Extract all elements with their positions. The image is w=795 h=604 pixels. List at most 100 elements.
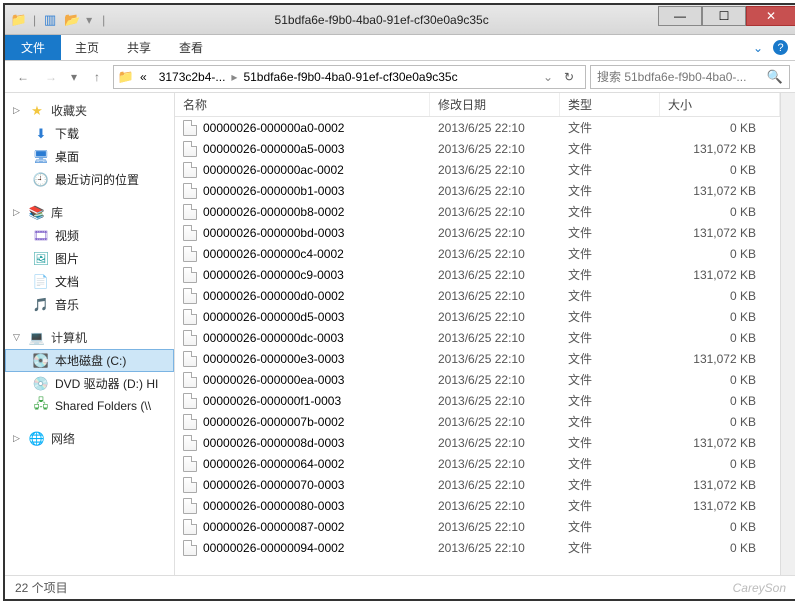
close-button[interactable]: ✕: [746, 6, 795, 26]
file-name: 00000026-0000008d-0003: [203, 436, 344, 450]
file-type: 文件: [560, 119, 660, 136]
file-type: 文件: [560, 455, 660, 472]
sidebar-item-music[interactable]: 🎵音乐: [5, 293, 174, 316]
drive-icon: 💽: [33, 353, 49, 369]
file-size: 0 KB: [660, 373, 780, 387]
breadcrumb[interactable]: 📁 « 3173c2b4-... ▸ 51bdfa6e-f9b0-4ba0-91…: [113, 65, 586, 89]
file-icon: [183, 456, 197, 472]
file-type: 文件: [560, 203, 660, 220]
file-icon: [183, 183, 197, 199]
file-size: 0 KB: [660, 205, 780, 219]
sidebar-item-documents[interactable]: 📄文档: [5, 270, 174, 293]
file-row[interactable]: 00000026-000000a0-00022013/6/25 22:10文件0…: [175, 117, 780, 138]
refresh-button[interactable]: ↻: [557, 66, 581, 88]
open-folder-icon[interactable]: 📂: [64, 12, 80, 28]
file-name: 00000026-000000dc-0003: [203, 331, 344, 345]
file-row[interactable]: 00000026-000000ac-00022013/6/25 22:10文件0…: [175, 159, 780, 180]
file-icon: [183, 414, 197, 430]
file-name: 00000026-000000ea-0003: [203, 373, 344, 387]
sidebar-item-shared-folders[interactable]: 🖧Shared Folders (\\: [5, 395, 174, 417]
file-row[interactable]: 00000026-00000087-00022013/6/25 22:10文件0…: [175, 516, 780, 537]
file-icon: [183, 519, 197, 535]
search-input[interactable]: 搜索 51bdfa6e-f9b0-4ba0-... 🔍: [590, 65, 790, 89]
breadcrumb-seg1[interactable]: 3173c2b4-...: [153, 70, 232, 84]
file-row[interactable]: 00000026-000000bd-00032013/6/25 22:10文件1…: [175, 222, 780, 243]
file-date: 2013/6/25 22:10: [430, 184, 560, 198]
sidebar-network-head[interactable]: ▷🌐 网络: [5, 427, 174, 450]
file-row[interactable]: 00000026-000000b1-00032013/6/25 22:10文件1…: [175, 180, 780, 201]
minimize-button[interactable]: —: [658, 6, 702, 26]
col-name[interactable]: 名称: [175, 93, 430, 116]
file-row[interactable]: 00000026-0000007b-00022013/6/25 22:10文件0…: [175, 411, 780, 432]
properties-icon[interactable]: ▥: [42, 12, 58, 28]
folder-icon: 📁: [118, 69, 134, 85]
file-date: 2013/6/25 22:10: [430, 520, 560, 534]
ribbon-file-tab[interactable]: 文件: [5, 35, 61, 60]
file-row[interactable]: 00000026-000000c9-00032013/6/25 22:10文件1…: [175, 264, 780, 285]
file-size: 131,072 KB: [660, 499, 780, 513]
sidebar-item-videos[interactable]: 🎞视频: [5, 224, 174, 247]
file-date: 2013/6/25 22:10: [430, 205, 560, 219]
file-date: 2013/6/25 22:10: [430, 373, 560, 387]
file-icon: [183, 498, 197, 514]
breadcrumb-seg2[interactable]: 51bdfa6e-f9b0-4ba0-91ef-cf30e0a9c35c: [237, 70, 463, 84]
sidebar-item-local-disk-c[interactable]: 💽本地磁盘 (C:): [5, 349, 174, 372]
sidebar-item-recent[interactable]: 🕘最近访问的位置: [5, 168, 174, 191]
up-button[interactable]: ↑: [85, 65, 109, 89]
file-row[interactable]: 00000026-000000f1-00032013/6/25 22:10文件0…: [175, 390, 780, 411]
col-date[interactable]: 修改日期: [430, 93, 560, 116]
watermark: CareySon: [733, 581, 786, 595]
ribbon-tab-share[interactable]: 共享: [113, 33, 165, 62]
file-row[interactable]: 00000026-000000ea-00032013/6/25 22:10文件0…: [175, 369, 780, 390]
file-icon: [183, 372, 197, 388]
file-row[interactable]: 00000026-00000080-00032013/6/25 22:10文件1…: [175, 495, 780, 516]
sidebar-item-downloads[interactable]: ⬇下载: [5, 122, 174, 145]
sidebar-item-pictures[interactable]: 🖼图片: [5, 247, 174, 270]
file-row[interactable]: 00000026-000000a5-00032013/6/25 22:10文件1…: [175, 138, 780, 159]
file-size: 0 KB: [660, 289, 780, 303]
file-name: 00000026-00000064-0002: [203, 457, 344, 471]
file-list: 00000026-000000a0-00022013/6/25 22:10文件0…: [175, 117, 780, 575]
file-date: 2013/6/25 22:10: [430, 352, 560, 366]
file-type: 文件: [560, 224, 660, 241]
sidebar-computer-head[interactable]: ▽💻 计算机: [5, 326, 174, 349]
nav-pane: ▷★ 收藏夹 ⬇下载 🖥桌面 🕘最近访问的位置 ▷📚 库 🎞视频 🖼图片 📄文档…: [5, 93, 175, 575]
file-date: 2013/6/25 22:10: [430, 121, 560, 135]
file-icon: [183, 435, 197, 451]
network-icon: 🌐: [29, 431, 45, 447]
ribbon-expand-icon[interactable]: ⌄: [753, 41, 763, 55]
ribbon-tab-home[interactable]: 主页: [61, 33, 113, 62]
file-row[interactable]: 00000026-0000008d-00032013/6/25 22:10文件1…: [175, 432, 780, 453]
file-row[interactable]: 00000026-000000dc-00032013/6/25 22:10文件0…: [175, 327, 780, 348]
file-row[interactable]: 00000026-000000b8-00022013/6/25 22:10文件0…: [175, 201, 780, 222]
help-icon[interactable]: ?: [773, 40, 788, 55]
sidebar-item-dvd-drive[interactable]: 💿DVD 驱动器 (D:) HI: [5, 372, 174, 395]
file-row[interactable]: 00000026-000000d0-00022013/6/25 22:10文件0…: [175, 285, 780, 306]
file-size: 131,072 KB: [660, 184, 780, 198]
sidebar-favorites-head[interactable]: ▷★ 收藏夹: [5, 99, 174, 122]
col-type[interactable]: 类型: [560, 93, 660, 116]
maximize-button[interactable]: ☐: [702, 6, 746, 26]
file-row[interactable]: 00000026-00000094-00022013/6/25 22:10文件0…: [175, 537, 780, 558]
file-row[interactable]: 00000026-00000064-00022013/6/25 22:10文件0…: [175, 453, 780, 474]
file-row[interactable]: 00000026-000000e3-00032013/6/25 22:10文件1…: [175, 348, 780, 369]
recent-dropdown[interactable]: ▾: [67, 65, 81, 89]
forward-button[interactable]: →: [39, 65, 63, 89]
file-row[interactable]: 00000026-00000070-00032013/6/25 22:10文件1…: [175, 474, 780, 495]
vertical-scrollbar[interactable]: [780, 93, 795, 575]
file-size: 0 KB: [660, 310, 780, 324]
ribbon-tab-view[interactable]: 查看: [165, 33, 217, 62]
file-row[interactable]: 00000026-000000c4-00022013/6/25 22:10文件0…: [175, 243, 780, 264]
file-row[interactable]: 00000026-000000d5-00032013/6/25 22:10文件0…: [175, 306, 780, 327]
file-icon: [183, 141, 197, 157]
back-button[interactable]: ←: [11, 65, 35, 89]
file-date: 2013/6/25 22:10: [430, 163, 560, 177]
col-size[interactable]: 大小: [660, 93, 780, 116]
sidebar-item-desktop[interactable]: 🖥桌面: [5, 145, 174, 168]
breadcrumb-dropdown-icon[interactable]: ⌄: [543, 70, 553, 84]
explorer-window: 📁 | ▥ 📂 ▾ | 51bdfa6e-f9b0-4ba0-91ef-cf30…: [3, 3, 795, 601]
sidebar-libraries-head[interactable]: ▷📚 库: [5, 201, 174, 224]
video-icon: 🎞: [33, 228, 49, 244]
file-type: 文件: [560, 161, 660, 178]
file-size: 0 KB: [660, 163, 780, 177]
